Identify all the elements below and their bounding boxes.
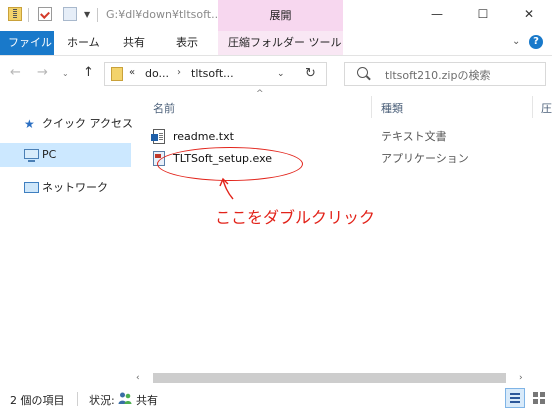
minimize-button[interactable]: — (414, 0, 460, 31)
navigation-pane: ★ クイック アクセス PC ネットワーク (0, 92, 133, 382)
address-bar[interactable]: « do... › tltsoft... ⌄ ↻ (104, 62, 327, 86)
horizontal-scrollbar[interactable]: ‹ › (131, 370, 552, 387)
status-divider (77, 392, 78, 406)
title-bar: ▼ G:¥dl¥down¥tltsoft... 展開 — ☐ ✕ (0, 0, 552, 31)
sidebar-item-label: PC (42, 148, 57, 161)
share-icon (118, 392, 132, 404)
text-file-icon (151, 129, 165, 144)
state-label: 状況: (89, 394, 115, 407)
tab-compressed-folder-tools[interactable]: 圧縮フォルダー ツール (218, 31, 343, 55)
scroll-left-icon[interactable]: ‹ (136, 373, 140, 383)
sidebar-item-pc[interactable]: PC (0, 143, 131, 167)
sidebar-item-network[interactable]: ネットワーク (0, 176, 131, 200)
details-view-button[interactable] (505, 388, 525, 408)
breadcrumb-separator-icon[interactable]: › (177, 67, 181, 78)
close-button[interactable]: ✕ (506, 0, 552, 31)
column-header-type[interactable]: 種類 (381, 100, 403, 116)
scroll-right-icon[interactable]: › (519, 373, 523, 383)
sidebar-item-quick-access[interactable]: ★ クイック アクセス (0, 112, 133, 136)
annotation-text: ここをダブルクリック (215, 208, 376, 227)
address-dropdown-icon[interactable]: ⌄ (277, 69, 285, 79)
navigation-row: ← → ⌄ ↑ « do... › tltsoft... ⌄ ↻ tltsoft… (0, 56, 552, 92)
forward-button[interactable]: → (37, 65, 48, 80)
tab-view[interactable]: 表示 (166, 31, 208, 55)
file-type: テキスト文書 (381, 130, 447, 143)
refresh-button[interactable]: ↻ (305, 66, 316, 81)
highlight-ellipse (157, 147, 303, 181)
help-icon[interactable]: ? (529, 35, 543, 49)
tab-share[interactable]: 共有 (113, 31, 155, 55)
tab-home[interactable]: ホーム (57, 31, 110, 55)
search-placeholder: tltsoft210.zipの検索 (385, 69, 491, 82)
file-list: ^ 名前 種類 圧 readme.txt テキスト文書 TLTSoft_setu… (131, 89, 552, 387)
recent-locations-icon[interactable]: ⌄ (62, 69, 69, 78)
scrollbar-thumb[interactable] (153, 373, 506, 383)
window-title: G:¥dl¥down¥tltsoft... (106, 8, 222, 21)
new-folder-icon[interactable] (63, 7, 77, 21)
breadcrumb-overflow-icon[interactable]: « (129, 67, 135, 78)
breadcrumb-segment[interactable]: do... (145, 67, 169, 80)
sidebar-item-label: クイック アクセス (42, 117, 133, 130)
search-icon (357, 67, 368, 78)
network-icon (24, 182, 39, 193)
column-header-compressed-size[interactable]: 圧 (541, 100, 552, 116)
back-button[interactable]: ← (10, 65, 21, 80)
maximize-button[interactable]: ☐ (460, 0, 506, 31)
pc-icon (24, 149, 39, 162)
toolbar-divider (28, 8, 29, 22)
folder-zip-icon (111, 67, 123, 81)
sidebar-item-label: ネットワーク (42, 181, 108, 194)
item-count: 2 個の項目 (10, 394, 65, 407)
star-icon: ★ (24, 117, 35, 131)
tab-file[interactable]: ファイル (0, 31, 54, 55)
up-button[interactable]: ↑ (83, 65, 94, 80)
status-bar: 2 個の項目 状況: 共有 (0, 386, 552, 412)
ribbon-tabs: ファイル ホーム 共有 表示 圧縮フォルダー ツール (0, 31, 552, 56)
large-icons-view-button[interactable] (529, 388, 549, 408)
file-name: readme.txt (173, 130, 234, 143)
sort-arrow-icon: ^ (256, 89, 264, 99)
chevron-down-icon[interactable]: ▼ (84, 10, 90, 19)
context-tab-header: 展開 (218, 0, 343, 31)
column-header-name[interactable]: 名前 (153, 100, 175, 116)
file-row-readme[interactable]: readme.txt テキスト文書 (145, 126, 545, 148)
file-type: アプリケーション (381, 152, 469, 165)
folder-zip-icon[interactable] (8, 7, 22, 21)
column-divider[interactable] (371, 96, 372, 118)
search-input[interactable]: tltsoft210.zipの検索 (344, 62, 546, 86)
toolbar-divider (97, 8, 98, 22)
state-value: 共有 (136, 394, 158, 407)
breadcrumb-segment[interactable]: tltsoft... (191, 67, 234, 80)
context-tab-title: 展開 (269, 9, 292, 22)
annotation-arrow-icon (219, 177, 234, 200)
properties-icon[interactable] (38, 7, 52, 21)
expand-ribbon-icon[interactable]: ⌄ (512, 36, 520, 47)
column-divider[interactable] (532, 96, 533, 118)
